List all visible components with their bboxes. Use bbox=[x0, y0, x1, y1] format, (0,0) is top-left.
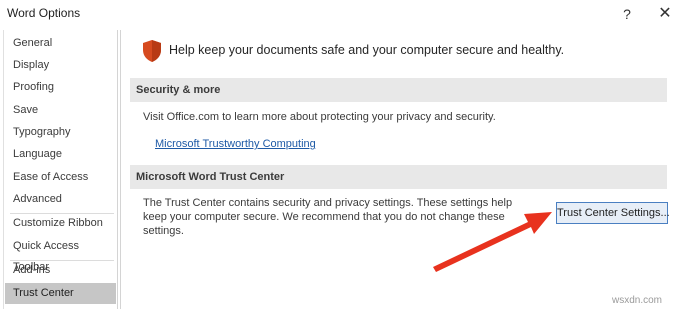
watermark-text: wsxdn.com bbox=[612, 295, 663, 306]
window-title: Word Options bbox=[7, 6, 81, 20]
security-section-header: Security & more bbox=[130, 78, 667, 102]
red-arrow-annotation bbox=[433, 212, 552, 272]
trust-center-settings-button[interactable]: Trust Center Settings... bbox=[556, 202, 670, 224]
sidebar-item-trust-center[interactable]: Trust Center bbox=[5, 283, 116, 304]
sidebar: General Display Proofing Save Typography… bbox=[3, 30, 118, 309]
sidebar-item-save[interactable]: Save bbox=[5, 100, 116, 121]
sidebar-item-ease-of-access[interactable]: Ease of Access bbox=[5, 167, 116, 188]
sidebar-item-typography[interactable]: Typography bbox=[5, 122, 116, 143]
sidebar-item-language[interactable]: Language bbox=[5, 144, 116, 165]
trustworthy-computing-link[interactable]: Microsoft Trustworthy Computing bbox=[155, 138, 316, 150]
help-button[interactable]: ? bbox=[617, 3, 637, 25]
intro-text: Help keep your documents safe and your c… bbox=[169, 43, 565, 57]
sidebar-item-display[interactable]: Display bbox=[5, 55, 116, 76]
panel-divider bbox=[120, 30, 121, 309]
sidebar-item-customize-ribbon[interactable]: Customize Ribbon bbox=[5, 213, 116, 234]
security-info-text: Visit Office.com to learn more about pro… bbox=[143, 111, 496, 123]
trust-center-section-header: Microsoft Word Trust Center bbox=[130, 165, 667, 189]
sidebar-item-quick-access-toolbar[interactable]: Quick Access Toolbar bbox=[5, 236, 116, 273]
title-bar: Word Options ? ✕ bbox=[0, 0, 680, 28]
sidebar-item-general[interactable]: General bbox=[5, 33, 116, 54]
shield-icon bbox=[143, 40, 161, 62]
sidebar-item-advanced[interactable]: Advanced bbox=[5, 189, 116, 210]
sidebar-item-proofing[interactable]: Proofing bbox=[5, 77, 116, 98]
main-panel: Help keep your documents safe and your c… bbox=[120, 30, 680, 309]
sidebar-item-add-ins[interactable]: Add-ins bbox=[5, 260, 116, 281]
close-button[interactable]: ✕ bbox=[654, 3, 676, 25]
